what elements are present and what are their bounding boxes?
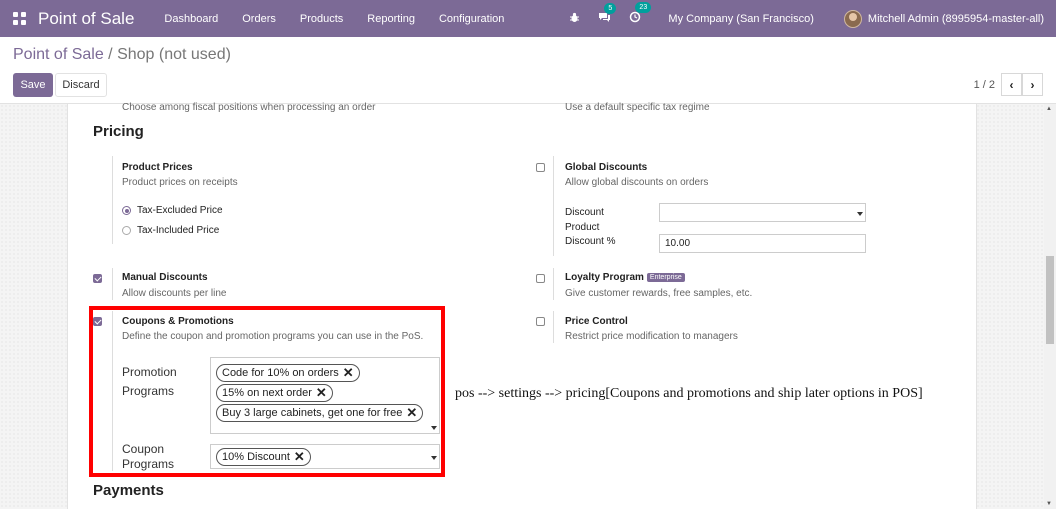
scroll-thumb[interactable] <box>1046 256 1054 344</box>
divider <box>112 156 113 244</box>
global-discounts-checkbox[interactable] <box>536 163 545 172</box>
product-prices-title: Product Prices <box>122 162 193 173</box>
app-brand[interactable]: Point of Sale <box>38 9 134 29</box>
discount-product-label: Discount Product <box>565 207 604 233</box>
clock-icon[interactable]: 23 <box>629 2 652 26</box>
menu-reporting[interactable]: Reporting <box>367 13 415 25</box>
breadcrumb-current: Shop (not used) <box>117 46 231 63</box>
tax-regime-hint: Use a default specific tax regime <box>565 102 710 113</box>
bug-icon[interactable] <box>569 12 580 26</box>
radio-tax-included[interactable] <box>122 226 131 235</box>
manual-discounts-desc: Allow discounts per line <box>122 288 227 299</box>
radio-tax-included-label[interactable]: Tax-Included Price <box>137 225 219 236</box>
save-button[interactable]: Save <box>13 73 53 97</box>
menu-configuration[interactable]: Configuration <box>439 13 504 25</box>
global-discounts-desc: Allow global discounts on orders <box>565 177 709 188</box>
discount-pct-input[interactable]: 10.00 <box>659 234 866 253</box>
breadcrumb-separator: / <box>103 46 118 63</box>
chat-icon[interactable]: 5 <box>598 2 617 26</box>
avatar[interactable] <box>843 9 862 28</box>
user-menu[interactable]: Mitchell Admin (8995954-master-all) <box>868 13 1044 25</box>
breadcrumb: Point of Sale / Shop (not used) <box>13 46 231 64</box>
top-navbar: Point of Sale Dashboard Orders Products … <box>0 0 1056 37</box>
discount-product-select[interactable] <box>659 203 866 222</box>
pricing-section-title: Pricing <box>93 123 144 140</box>
loyalty-program-desc: Give customer rewards, free samples, etc… <box>565 288 753 299</box>
highlight-box <box>89 306 445 477</box>
scrollbar[interactable]: ▲ ▼ <box>1044 104 1056 509</box>
product-prices-desc: Product prices on receipts <box>122 177 238 188</box>
global-discounts-title: Global Discounts <box>565 162 648 173</box>
discount-pct-label: Discount % <box>565 236 616 247</box>
radio-tax-excluded[interactable] <box>122 206 131 215</box>
fiscal-position-hint: Choose among fiscal positions when proce… <box>122 102 376 113</box>
scroll-down-icon[interactable]: ▼ <box>1046 501 1052 507</box>
breadcrumb-parent[interactable]: Point of Sale <box>13 46 104 63</box>
price-control-title: Price Control <box>565 316 628 327</box>
menu-orders[interactable]: Orders <box>242 13 276 25</box>
discard-button[interactable]: Discard <box>55 73 107 97</box>
radio-tax-excluded-label[interactable]: Tax-Excluded Price <box>137 205 223 216</box>
annotation-text: pos --> settings --> pricing[Coupons and… <box>455 386 923 401</box>
caret-down-icon <box>857 212 863 216</box>
enterprise-badge: Enterprise <box>646 273 685 282</box>
manual-discounts-title: Manual Discounts <box>122 272 208 283</box>
company-switcher[interactable]: My Company (San Francisco) <box>668 13 814 25</box>
divider <box>553 311 554 343</box>
chevron-left-icon[interactable]: ‹ <box>1001 73 1022 96</box>
loyalty-program-checkbox[interactable] <box>536 274 545 283</box>
scroll-up-icon[interactable]: ▲ <box>1046 106 1052 112</box>
divider <box>553 268 554 300</box>
loyalty-program-title: Loyalty Program Enterprise <box>565 272 685 283</box>
divider <box>112 268 113 300</box>
activities-badge: 23 <box>635 2 652 13</box>
chevron-right-icon[interactable]: › <box>1022 73 1043 96</box>
apps-icon[interactable] <box>13 12 26 25</box>
messages-badge: 5 <box>604 2 617 14</box>
price-control-checkbox[interactable] <box>536 317 545 326</box>
divider <box>553 156 554 256</box>
price-control-desc: Restrict price modification to managers <box>565 331 738 342</box>
control-panel: Point of Sale / Shop (not used) Save Dis… <box>0 37 1056 104</box>
menu-dashboard[interactable]: Dashboard <box>164 13 218 25</box>
manual-discounts-checkbox[interactable] <box>93 274 102 283</box>
menu-products[interactable]: Products <box>300 13 343 25</box>
payments-section-title: Payments <box>93 482 164 499</box>
loyalty-program-label: Loyalty Program <box>565 272 644 283</box>
pager-value: 1 / 2 <box>973 79 995 91</box>
